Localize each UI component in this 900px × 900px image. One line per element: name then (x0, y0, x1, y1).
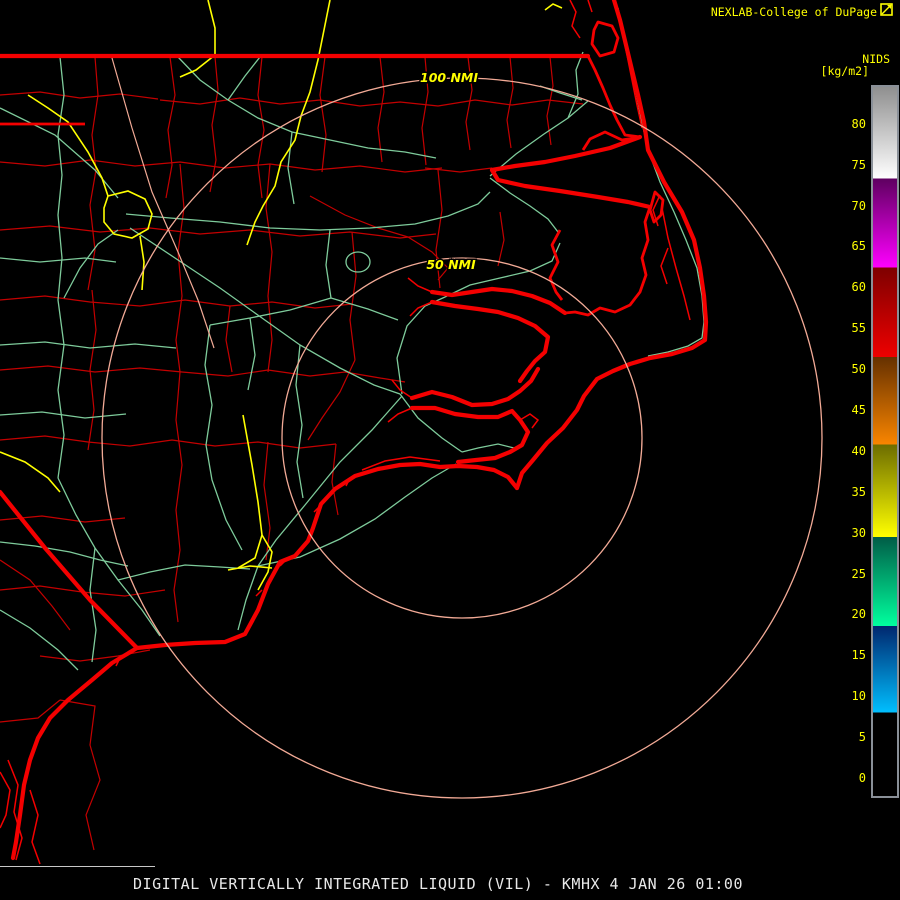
brand-title: NEXLAB-College of DuPage (710, 5, 877, 19)
color-scale-tick: 45 (851, 403, 866, 418)
footer-divider-line (0, 866, 155, 867)
pamlico-sound-west-shore (564, 206, 652, 317)
range-ring-label-50nmi: 50 NMI (426, 257, 476, 272)
cod-logo-icon (880, 3, 893, 16)
radar-map-canvas[interactable]: 100 NMI 50 NMI (0, 0, 900, 900)
neuse-river-north-shore (409, 366, 541, 408)
color-scale-tick: 65 (851, 239, 866, 254)
albemarle-sound-north-shore (489, 134, 643, 173)
pamlico-river-north-shore (429, 286, 568, 316)
range-ring-label-100nmi: 100 NMI (420, 70, 478, 85)
knotts-island (590, 20, 620, 58)
color-scale-tick: 35 (851, 484, 866, 499)
radar-viewer-screen: 100 NMI 50 NMI NEXLAB-College of DuPage … (0, 0, 900, 900)
color-scale-tick: 10 (851, 689, 866, 704)
range-ring-50nmi (281, 257, 643, 619)
color-scale-tick: 40 (851, 443, 866, 458)
road-network-yellow (0, 0, 563, 591)
color-scale-tick: 5 (858, 730, 866, 745)
units-label: [kg/m2] (820, 64, 869, 78)
pungo-river (548, 229, 564, 301)
color-scale-tick: 60 (851, 280, 866, 295)
nc-sc-border (0, 489, 140, 651)
color-scale-gradient (873, 87, 897, 796)
color-scale-tick: 30 (851, 525, 866, 540)
pamlico-river-south-shore (429, 299, 551, 384)
shoreline-detail (0, 0, 691, 865)
color-scale-tick: 70 (851, 198, 866, 213)
outer-banks-coastline (514, 0, 709, 491)
roanoke-island (648, 190, 665, 224)
color-scale-tick: 20 (851, 607, 866, 622)
albemarle-sound-south-shore (489, 167, 653, 210)
color-scale-tick: 55 (851, 321, 866, 336)
southern-coastline (10, 461, 520, 861)
color-scale-tick: 50 (851, 362, 866, 377)
color-scale-tick: 80 (851, 116, 866, 131)
range-rings: 100 NMI 50 NMI (101, 69, 823, 799)
state-borders-and-coastline (0, 0, 709, 861)
color-scale-bar (871, 85, 899, 798)
color-scale-tick: 75 (851, 157, 866, 172)
color-scale-tick: 15 (851, 648, 866, 663)
range-ring-100nmi (101, 77, 823, 799)
product-title: DIGITAL VERTICALLY INTEGRATED LIQUID (VI… (133, 875, 743, 893)
neuse-river-south-shore (409, 405, 531, 465)
color-scale-tick: 25 (851, 566, 866, 581)
color-scale-tick: 0 (858, 771, 866, 785)
